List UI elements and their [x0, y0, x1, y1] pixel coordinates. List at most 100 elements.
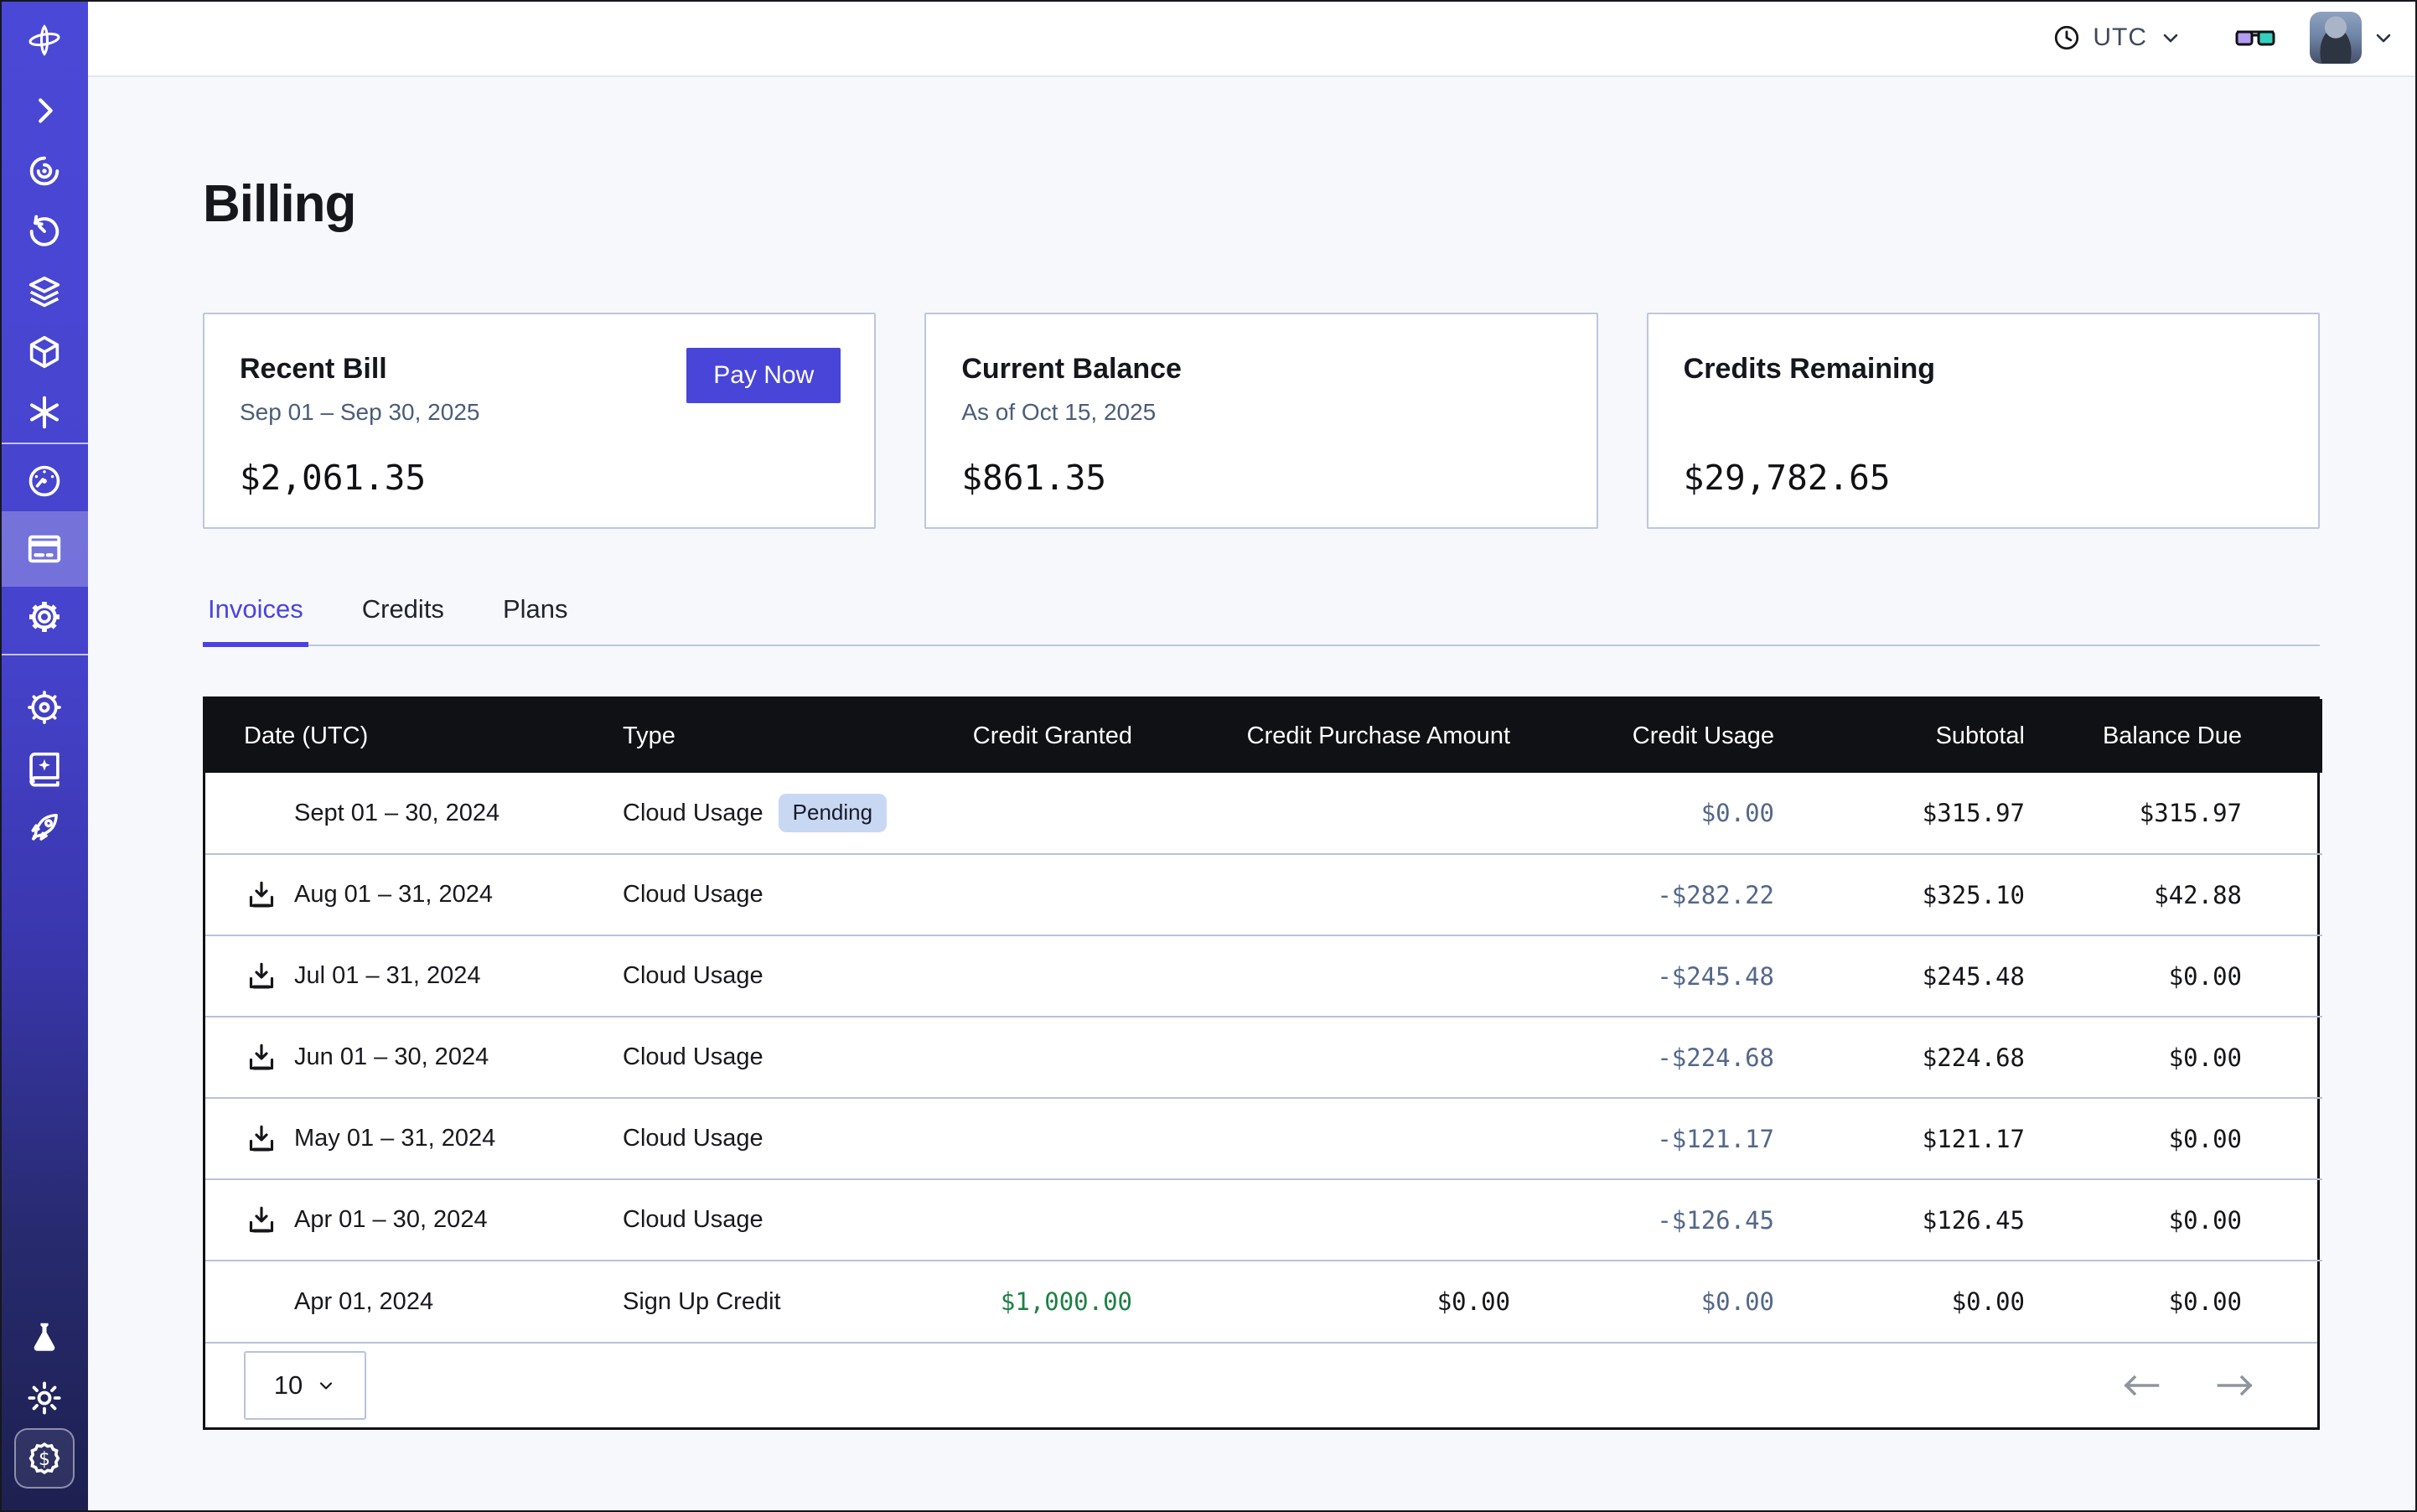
- invoice-date: Jul 01 – 31, 2024: [294, 962, 481, 990]
- flask-icon[interactable]: [0, 1307, 88, 1368]
- card-amount: $2,061.35: [240, 458, 839, 498]
- page-title: Billing: [203, 174, 2320, 234]
- column-header-subtotal: Subtotal: [1774, 699, 2025, 773]
- table-pagination: 10: [205, 1342, 2317, 1427]
- chevron-down-icon[interactable]: [2372, 26, 2395, 49]
- billing-card-icon: [25, 530, 64, 568]
- credit-purchase-value: $0.00: [1132, 1261, 1510, 1342]
- status-badge: Pending: [779, 794, 887, 832]
- next-page-button[interactable]: [2215, 1373, 2255, 1398]
- sidebar-divider: [0, 443, 88, 444]
- credit-granted-value: [901, 1179, 1132, 1261]
- invoice-type: Cloud Usage: [623, 1206, 763, 1234]
- credit-usage-value: -$121.17: [1510, 1098, 1774, 1179]
- cube-icon[interactable]: [0, 322, 88, 382]
- table-row: Jul 01 – 31, 2024Cloud Usage-$245.48$245…: [205, 935, 2322, 1017]
- arrow-left-icon: [2121, 1373, 2161, 1398]
- gear-icon[interactable]: [0, 587, 88, 647]
- card-subtitle: Sep 01 – Sep 30, 2025: [240, 399, 839, 427]
- column-header-credit-granted: Credit Granted: [901, 699, 1132, 773]
- user-avatar[interactable]: [2310, 12, 2362, 64]
- sidebar-item-billing[interactable]: [0, 511, 88, 587]
- asterisk-icon[interactable]: [0, 382, 88, 443]
- layers-icon[interactable]: [0, 261, 88, 322]
- tab-credits[interactable]: Credits: [357, 594, 449, 645]
- chevron-down-icon: [316, 1375, 336, 1395]
- download-icon[interactable]: [245, 1122, 278, 1156]
- credit-usage-value: -$245.48: [1510, 935, 1774, 1017]
- credit-usage-value: $0.00: [1510, 773, 1774, 854]
- invoices-table: Date (UTC) Type Credit Granted Credit Pu…: [203, 696, 2320, 1430]
- orbit-logo[interactable]: [0, 0, 88, 80]
- current-balance-card: Current Balance As of Oct 15, 2025 $861.…: [924, 313, 1597, 529]
- credit-granted-value: [901, 1098, 1132, 1179]
- book-sparkle-icon[interactable]: [0, 738, 88, 798]
- card-amount: $29,782.65: [1684, 458, 2283, 498]
- column-header-credit-purchase: Credit Purchase Amount: [1132, 699, 1510, 773]
- prev-page-button[interactable]: [2121, 1373, 2161, 1398]
- card-amount: $861.35: [961, 458, 1560, 498]
- download-icon[interactable]: [245, 1204, 278, 1237]
- dollar-badge-icon[interactable]: $: [14, 1428, 75, 1489]
- download-icon-placeholder: [244, 795, 279, 831]
- column-header-credit-usage: Credit Usage: [1510, 699, 1774, 773]
- card-subtitle: [1684, 399, 2283, 427]
- svg-text:$: $: [38, 1449, 49, 1470]
- credit-granted-value: [901, 1017, 1132, 1098]
- balance-due-value: $315.97: [2025, 773, 2322, 854]
- subtotal-value: $224.68: [1774, 1017, 2025, 1098]
- billing-tabs: Invoices Credits Plans: [203, 594, 2320, 646]
- credit-usage-value: $0.00: [1510, 1261, 1774, 1342]
- download-icon[interactable]: [245, 878, 278, 912]
- invoice-type: Cloud Usage: [623, 1125, 763, 1152]
- column-header-type: Type: [582, 699, 901, 773]
- credit-usage-value: -$282.22: [1510, 854, 1774, 935]
- credit-usage-value: -$224.68: [1510, 1017, 1774, 1098]
- download-icon-placeholder: [244, 1284, 279, 1319]
- credit-usage-value: -$126.45: [1510, 1179, 1774, 1261]
- balance-due-value: $0.00: [2025, 1098, 2322, 1179]
- spiral-icon[interactable]: [0, 141, 88, 201]
- tab-plans[interactable]: Plans: [498, 594, 573, 645]
- invoice-date: May 01 – 31, 2024: [294, 1125, 495, 1152]
- credit-granted-value: [901, 773, 1132, 854]
- invoice-date: Aug 01 – 31, 2024: [294, 881, 493, 909]
- balance-due-value: $0.00: [2025, 935, 2322, 1017]
- page-size-select[interactable]: 10: [244, 1351, 366, 1420]
- timezone-selector[interactable]: UTC: [2052, 23, 2182, 52]
- download-icon[interactable]: [245, 1041, 278, 1074]
- balance-due-value: $0.00: [2025, 1179, 2322, 1261]
- column-header-balance-due: Balance Due: [2025, 699, 2322, 773]
- sidebar: $: [0, 0, 88, 1512]
- credit-purchase-value: [1132, 1017, 1510, 1098]
- table-header-row: Date (UTC) Type Credit Granted Credit Pu…: [205, 699, 2322, 773]
- sun-icon[interactable]: [0, 1368, 88, 1428]
- helm-wheel-icon[interactable]: [0, 677, 88, 738]
- card-title: Credits Remaining: [1684, 353, 2283, 386]
- invoice-type: Cloud Usage: [623, 962, 763, 990]
- credits-remaining-card: Credits Remaining $29,782.65: [1647, 313, 2320, 529]
- credit-purchase-value: [1132, 1098, 1510, 1179]
- subtotal-value: $126.45: [1774, 1179, 2025, 1261]
- arrow-right-icon: [2215, 1373, 2255, 1398]
- pay-now-button[interactable]: Pay Now: [686, 348, 841, 403]
- download-icon[interactable]: [245, 960, 278, 993]
- credit-granted-value: $1,000.00: [901, 1261, 1132, 1342]
- column-header-date: Date (UTC): [205, 699, 582, 773]
- subtotal-value: $121.17: [1774, 1098, 2025, 1179]
- invoice-date: Apr 01, 2024: [294, 1288, 433, 1316]
- glasses-icon[interactable]: [2234, 24, 2276, 51]
- tab-invoices[interactable]: Invoices: [203, 594, 308, 645]
- recent-bill-card: Recent Bill Sep 01 – Sep 30, 2025 $2,061…: [203, 313, 876, 529]
- invoice-type: Cloud Usage: [623, 1043, 763, 1071]
- timer-icon[interactable]: [0, 201, 88, 261]
- gauge-icon[interactable]: [0, 451, 88, 511]
- main-content: Billing Recent Bill Sep 01 – Sep 30, 202…: [88, 77, 2417, 1512]
- credit-purchase-value: [1132, 935, 1510, 1017]
- invoice-type: Sign Up Credit: [623, 1288, 781, 1316]
- rocket-icon[interactable]: [0, 798, 88, 858]
- chevron-right-icon[interactable]: [0, 80, 88, 141]
- subtotal-value: $0.00: [1774, 1261, 2025, 1342]
- invoice-date: Apr 01 – 30, 2024: [294, 1206, 488, 1234]
- sidebar-divider: [0, 654, 88, 655]
